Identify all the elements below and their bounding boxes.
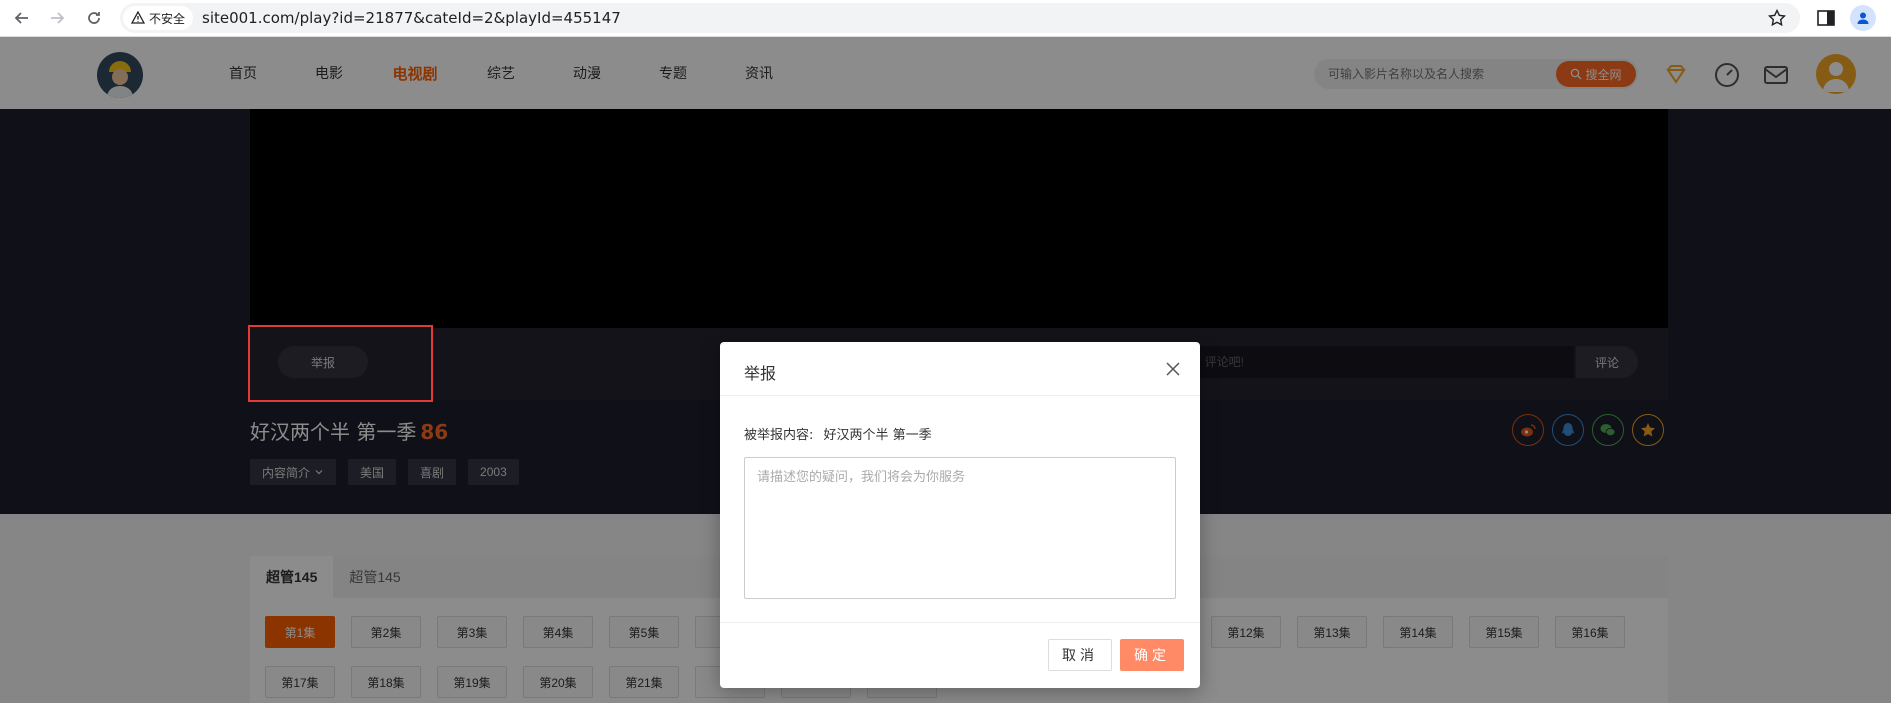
forward-button[interactable] bbox=[43, 4, 71, 32]
report-highlight-box bbox=[248, 325, 433, 402]
address-bar[interactable]: 不安全 site001.com/play?id=21877&cateId=2&p… bbox=[120, 3, 1800, 33]
reported-content: 被举报内容: 好汉两个半 第一季 bbox=[744, 424, 932, 443]
security-chip[interactable]: 不安全 bbox=[123, 6, 194, 30]
arrow-left-icon bbox=[14, 12, 28, 24]
reported-content-label: 被举报内容: bbox=[744, 428, 814, 443]
browser-toolbar: 不安全 site001.com/play?id=21877&cateId=2&p… bbox=[0, 0, 1891, 37]
report-dialog: 举报 被举报内容: 好汉两个半 第一季 取消 确定 bbox=[720, 342, 1200, 688]
dialog-footer: 取消 确定 bbox=[720, 622, 1200, 688]
cancel-button[interactable]: 取消 bbox=[1048, 639, 1112, 671]
warning-icon bbox=[131, 11, 145, 24]
person-icon bbox=[1857, 12, 1869, 24]
bookmark-star-icon[interactable] bbox=[1768, 9, 1786, 27]
dialog-title: 举报 bbox=[744, 364, 777, 383]
url-text: site001.com/play?id=21877&cateId=2&playI… bbox=[202, 9, 621, 27]
back-button[interactable] bbox=[8, 4, 36, 32]
close-icon[interactable] bbox=[1164, 360, 1182, 378]
reload-icon bbox=[88, 12, 100, 24]
arrow-right-icon bbox=[51, 12, 65, 24]
browser-profile-button[interactable] bbox=[1850, 5, 1876, 31]
side-panel-icon[interactable] bbox=[1815, 7, 1837, 29]
security-label: 不安全 bbox=[149, 11, 186, 26]
reload-button[interactable] bbox=[80, 4, 108, 32]
dialog-header: 举报 bbox=[720, 342, 1200, 396]
report-description-textarea[interactable] bbox=[744, 457, 1176, 599]
confirm-button[interactable]: 确定 bbox=[1120, 639, 1184, 671]
reported-content-value: 好汉两个半 第一季 bbox=[823, 428, 932, 443]
